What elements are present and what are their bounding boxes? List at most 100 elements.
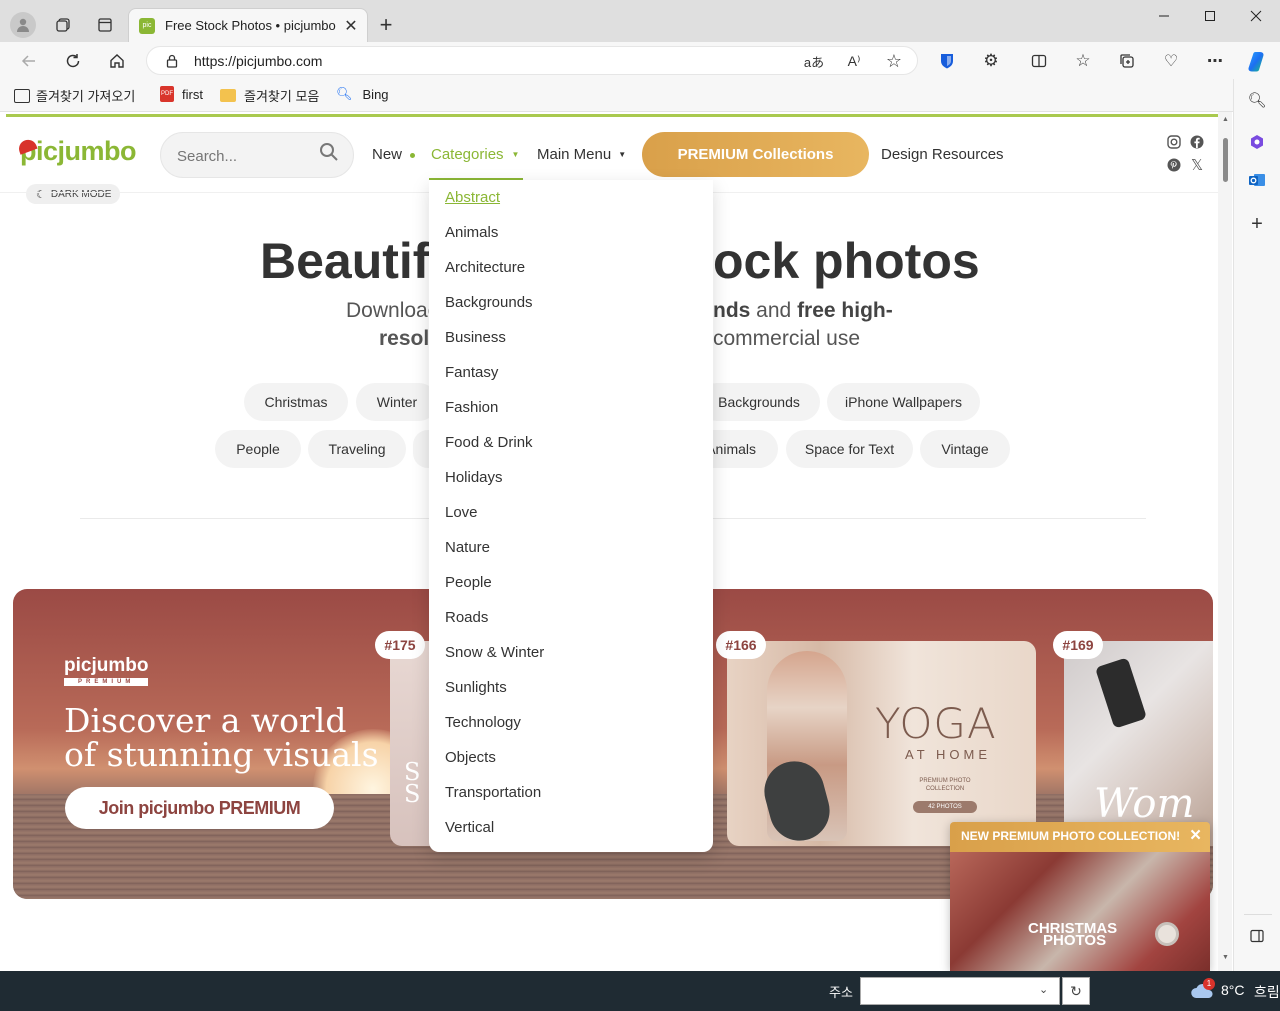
fav-first[interactable]: PDF first <box>160 86 203 102</box>
nav-categories[interactable]: Categories ▼ <box>431 146 519 163</box>
popup-close-icon[interactable]: × <box>1190 825 1201 847</box>
home-icon[interactable] <box>106 50 128 72</box>
new-tab-icon[interactable]: + <box>374 12 398 37</box>
more-menu-icon[interactable]: ⋯ <box>1204 50 1226 72</box>
chip-christmas[interactable]: Christmas <box>244 383 348 421</box>
scroll-up-icon[interactable]: ▲ <box>1222 116 1229 123</box>
nav-design-resources[interactable]: Design Resources <box>881 146 1004 163</box>
collections-icon[interactable] <box>1116 50 1138 72</box>
collection-card-166[interactable]: YOGA AT HOME PREMIUM PHOTO COLLECTION 42… <box>727 641 1036 846</box>
chip-winter[interactable]: Winter <box>356 383 438 421</box>
outlook-icon[interactable] <box>1246 169 1268 191</box>
nav-main-menu[interactable]: Main Menu ▼ <box>537 146 626 163</box>
close-window-icon[interactable] <box>1244 6 1268 26</box>
bitwarden-icon[interactable] <box>936 50 958 72</box>
category-fashion[interactable]: Fashion <box>429 390 713 425</box>
weather-temp[interactable]: 8°C <box>1221 982 1245 998</box>
address-bar[interactable]: https://picjumbo.com aあ A⁾ ☆ <box>146 46 918 75</box>
premium-popup[interactable]: NEW PREMIUM PHOTO COLLECTION! × CHRISTMA… <box>950 822 1210 971</box>
dark-mode-toggle[interactable]: ☾ DARK MODE <box>26 184 120 204</box>
extensions-icon[interactable]: ⚙ <box>980 50 1002 72</box>
facebook-icon[interactable] <box>1189 134 1205 150</box>
edge-sidebar: 🔍︎ + <box>1233 79 1280 971</box>
category-technology[interactable]: Technology <box>429 705 713 740</box>
category-vertical[interactable]: Vertical <box>429 810 713 845</box>
chip-backgrounds[interactable]: Backgrounds <box>698 383 820 421</box>
banner-headline-2: of stunning visuals <box>64 735 379 774</box>
back-icon[interactable] <box>18 50 40 72</box>
hero-sub-bold: nds <box>713 299 751 322</box>
browser-essentials-icon[interactable]: ♡ <box>1160 50 1182 72</box>
category-backgrounds[interactable]: Backgrounds <box>429 285 713 320</box>
add-sidebar-app-icon[interactable]: + <box>1246 213 1268 235</box>
copilot-sidebar-icon[interactable] <box>1246 131 1268 153</box>
category-holidays[interactable]: Holidays <box>429 460 713 495</box>
site-logo[interactable]: picjumbo <box>20 136 137 167</box>
translate-icon[interactable]: aあ <box>803 51 825 71</box>
premium-collections-button[interactable]: PREMIUM Collections <box>642 132 869 177</box>
category-architecture[interactable]: Architecture <box>429 250 713 285</box>
chip-space-for-text[interactable]: Space for Text <box>786 430 913 468</box>
close-tab-icon[interactable]: ✕ <box>341 16 361 36</box>
folder-icon <box>220 89 236 102</box>
category-roads[interactable]: Roads <box>429 600 713 635</box>
fav-folder[interactable]: 즐겨찾기 모음 <box>220 86 319 105</box>
category-people[interactable]: People <box>429 565 713 600</box>
copilot-icon[interactable] <box>1244 48 1270 74</box>
profile-icon[interactable] <box>10 12 36 38</box>
category-transportation[interactable]: Transportation <box>429 775 713 810</box>
weather-desc[interactable]: 흐림 <box>1254 982 1280 1002</box>
chip-vintage[interactable]: Vintage <box>920 430 1010 468</box>
scroll-down-icon[interactable]: ▼ <box>1222 954 1229 961</box>
favorites-bar: 즐겨찾기 가져오기 PDF first 즐겨찾기 모음 🔍︎ Bing <box>0 79 1280 112</box>
chevron-down-icon[interactable]: ⌄ <box>1039 983 1048 996</box>
chip-iphone-wallpapers[interactable]: iPhone Wallpapers <box>827 383 980 421</box>
refresh-icon[interactable] <box>62 50 84 72</box>
favorite-star-icon[interactable]: ☆ <box>883 51 905 71</box>
collection-card-169[interactable]: Wom <box>1064 641 1213 846</box>
popup-image[interactable]: CHRISTMAS PHOTOS <box>950 852 1210 971</box>
pinterest-icon[interactable] <box>1166 157 1182 173</box>
maximize-icon[interactable] <box>1198 6 1222 26</box>
category-abstract[interactable]: Abstract <box>429 180 713 215</box>
category-fantasy[interactable]: Fantasy <box>429 355 713 390</box>
split-screen-icon[interactable] <box>1028 50 1050 72</box>
join-premium-button[interactable]: Join picjumbo PREMIUM <box>65 787 334 829</box>
category-sunlights[interactable]: Sunlights <box>429 670 713 705</box>
fav-bing[interactable]: 🔍︎ Bing <box>336 86 389 102</box>
workspaces-icon[interactable] <box>52 14 74 36</box>
category-snow-winter[interactable]: Snow & Winter <box>429 635 713 670</box>
search-input[interactable] <box>177 145 307 167</box>
popup-title: NEW PREMIUM PHOTO COLLECTION! <box>961 829 1181 843</box>
category-nature[interactable]: Nature <box>429 530 713 565</box>
categories-dropdown: Abstract Animals Architecture Background… <box>429 180 713 852</box>
taskbar-go-button[interactable]: ↻ <box>1062 977 1090 1005</box>
page-scrollbar[interactable]: ▲ ▼ <box>1218 112 1232 971</box>
nav-new[interactable]: New <box>372 146 416 163</box>
read-aloud-icon[interactable]: A⁾ <box>843 51 865 71</box>
instagram-icon[interactable] <box>1166 134 1182 150</box>
category-business[interactable]: Business <box>429 320 713 355</box>
search-icon[interactable] <box>319 142 339 167</box>
category-love[interactable]: Love <box>429 495 713 530</box>
collection-card-175[interactable]: SS <box>390 641 430 846</box>
search-icon[interactable]: 🔍︎ <box>1246 89 1268 111</box>
fav-import[interactable]: 즐겨찾기 가져오기 <box>14 86 135 105</box>
category-animals[interactable]: Animals <box>429 215 713 250</box>
hero-subtitle-right-1: nds and free high- <box>713 299 893 323</box>
url-text[interactable]: https://picjumbo.com <box>194 53 322 69</box>
chip-people[interactable]: People <box>215 430 301 468</box>
lock-icon[interactable] <box>163 52 181 70</box>
chip-traveling[interactable]: Traveling <box>308 430 406 468</box>
hide-sidebar-icon[interactable] <box>1246 925 1268 947</box>
site-search[interactable] <box>160 132 354 178</box>
category-objects[interactable]: Objects <box>429 740 713 775</box>
category-food-drink[interactable]: Food & Drink <box>429 425 713 460</box>
favorites-icon[interactable]: ☆ <box>1072 50 1094 72</box>
tab-actions-icon[interactable] <box>94 14 116 36</box>
taskbar-address-input[interactable]: ⌄ <box>860 977 1060 1005</box>
minimize-icon[interactable] <box>1152 6 1176 26</box>
x-twitter-icon[interactable]: 𝕏 <box>1189 157 1205 174</box>
scroll-thumb[interactable] <box>1223 138 1228 182</box>
browser-tab-active[interactable]: pic Free Stock Photos • picjumbo ✕ <box>128 8 368 42</box>
